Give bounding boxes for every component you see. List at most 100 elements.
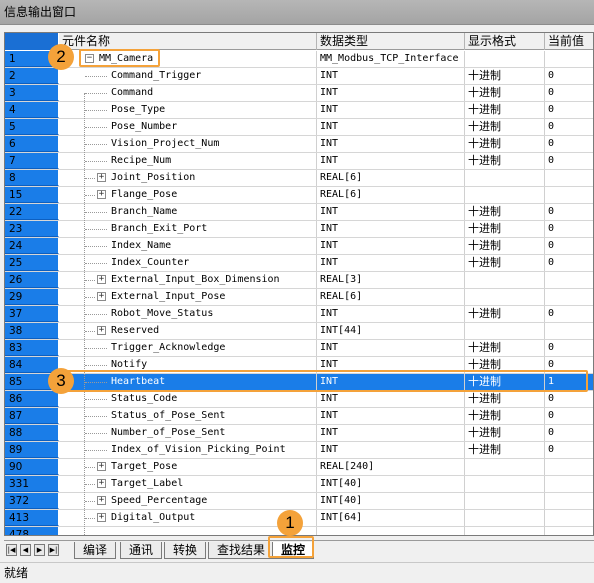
value-cell[interactable]: 0 [545, 238, 593, 254]
table-row[interactable]: 87 Status_of_Pose_Sent INT 十进制 0 [5, 408, 593, 425]
name-cell[interactable]: Status_Code [59, 391, 317, 407]
format-cell[interactable]: 十进制 [465, 153, 545, 169]
row-index[interactable]: 22 [5, 204, 59, 220]
type-cell[interactable]: INT [317, 408, 465, 424]
type-cell[interactable]: INT[44] [317, 323, 465, 339]
table-row[interactable]: 89 Index_of_Vision_Picking_Point INT 十进制 0 [5, 442, 593, 459]
value-cell[interactable]: 0 [545, 408, 593, 424]
row-index[interactable]: 4 [5, 102, 59, 118]
format-cell[interactable]: 十进制 [465, 102, 545, 118]
value-cell[interactable] [545, 459, 593, 475]
expand-icon[interactable]: + [97, 513, 106, 522]
table-row[interactable]: 23 Branch_Exit_Port INT 十进制 0 [5, 221, 593, 238]
expand-icon[interactable]: + [97, 190, 106, 199]
row-index[interactable]: 37 [5, 306, 59, 322]
table-row[interactable]: 25 Index_Counter INT 十进制 0 [5, 255, 593, 272]
table-row[interactable]: 22 Branch_Name INT 十进制 0 [5, 204, 593, 221]
col-header-type[interactable]: 数据类型 [317, 33, 465, 50]
nav-next-icon[interactable]: ▶ [34, 544, 45, 556]
value-cell[interactable]: 0 [545, 119, 593, 135]
format-cell[interactable]: 十进制 [465, 442, 545, 458]
table-row[interactable]: 5 Pose_Number INT 十进制 0 [5, 119, 593, 136]
table-row[interactable]: 90 + Target_Pose REAL[240] [5, 459, 593, 476]
value-cell[interactable] [545, 323, 593, 339]
format-cell[interactable]: 十进制 [465, 306, 545, 322]
name-cell[interactable]: Pose_Type [59, 102, 317, 118]
value-cell[interactable]: 0 [545, 340, 593, 356]
name-cell[interactable]: + Reserved [59, 323, 317, 339]
value-cell[interactable] [545, 170, 593, 186]
value-cell[interactable]: 0 [545, 85, 593, 101]
value-cell[interactable]: 0 [545, 153, 593, 169]
type-cell[interactable]: INT [317, 238, 465, 254]
name-cell[interactable]: + Joint_Position [59, 170, 317, 186]
expand-icon[interactable]: + [97, 326, 106, 335]
value-cell[interactable] [545, 51, 593, 67]
expand-icon[interactable]: + [97, 462, 106, 471]
type-cell[interactable]: INT[64] [317, 510, 465, 526]
name-cell[interactable]: Pose_Number [59, 119, 317, 135]
table-row[interactable]: 3 Command INT 十进制 0 [5, 85, 593, 102]
name-cell[interactable]: Status_of_Pose_Sent [59, 408, 317, 424]
nav-first-icon[interactable]: |◀ [6, 544, 17, 556]
name-cell[interactable]: Robot_Move_Status [59, 306, 317, 322]
row-index[interactable]: 413 [5, 510, 59, 526]
type-cell[interactable]: INT [317, 306, 465, 322]
name-cell[interactable]: + Flange_Pose [59, 187, 317, 203]
value-cell[interactable] [545, 527, 593, 535]
format-cell[interactable]: 十进制 [465, 119, 545, 135]
type-cell[interactable]: INT [317, 425, 465, 441]
table-row[interactable]: 8 + Joint_Position REAL[6] [5, 170, 593, 187]
format-cell[interactable]: 十进制 [465, 391, 545, 407]
value-cell[interactable]: 0 [545, 204, 593, 220]
value-cell[interactable] [545, 476, 593, 492]
value-cell[interactable]: 0 [545, 255, 593, 271]
table-row[interactable]: 83 Trigger_Acknowledge INT 十进制 0 [5, 340, 593, 357]
type-cell[interactable]: INT [317, 204, 465, 220]
name-cell[interactable]: + External_Input_Pose [59, 289, 317, 305]
value-cell[interactable] [545, 289, 593, 305]
type-cell[interactable]: REAL[3] [317, 272, 465, 288]
type-cell[interactable]: REAL[240] [317, 459, 465, 475]
table-row[interactable]: 24 Index_Name INT 十进制 0 [5, 238, 593, 255]
format-cell[interactable] [465, 289, 545, 305]
row-index[interactable]: 8 [5, 170, 59, 186]
value-cell[interactable]: 0 [545, 136, 593, 152]
type-cell[interactable]: INT [317, 68, 465, 84]
type-cell[interactable]: INT [317, 221, 465, 237]
format-cell[interactable]: 十进制 [465, 204, 545, 220]
value-cell[interactable]: 0 [545, 306, 593, 322]
type-cell[interactable]: REAL[6] [317, 187, 465, 203]
row-index[interactable]: 23 [5, 221, 59, 237]
name-cell[interactable]: Index_Name [59, 238, 317, 254]
type-cell[interactable]: INT [317, 442, 465, 458]
row-index[interactable]: 6 [5, 136, 59, 152]
type-cell[interactable]: INT [317, 153, 465, 169]
name-cell[interactable]: Recipe_Num [59, 153, 317, 169]
col-header-value[interactable]: 当前值 [545, 33, 593, 50]
table-row[interactable]: 6 Vision_Project_Num INT 十进制 0 [5, 136, 593, 153]
row-index[interactable]: 89 [5, 442, 59, 458]
format-cell[interactable]: 十进制 [465, 425, 545, 441]
name-cell[interactable]: Branch_Name [59, 204, 317, 220]
format-cell[interactable] [465, 476, 545, 492]
table-row[interactable]: 26 + External_Input_Box_Dimension REAL[3] [5, 272, 593, 289]
row-index[interactable]: 372 [5, 493, 59, 509]
format-cell[interactable]: 十进制 [465, 221, 545, 237]
name-cell[interactable]: Branch_Exit_Port [59, 221, 317, 237]
name-cell[interactable]: Vision_Project_Num [59, 136, 317, 152]
value-cell[interactable] [545, 510, 593, 526]
name-cell[interactable]: + Target_Pose [59, 459, 317, 475]
name-cell[interactable]: + Target_Label [59, 476, 317, 492]
table-row[interactable]: 38 + Reserved INT[44] [5, 323, 593, 340]
row-index[interactable]: 2 [5, 68, 59, 84]
type-cell[interactable]: INT [317, 391, 465, 407]
format-cell[interactable]: 十进制 [465, 136, 545, 152]
table-row[interactable]: 86 Status_Code INT 十进制 0 [5, 391, 593, 408]
value-cell[interactable]: 0 [545, 68, 593, 84]
table-row[interactable]: 4 Pose_Type INT 十进制 0 [5, 102, 593, 119]
col-header-name[interactable]: 元件名称 [59, 33, 317, 50]
table-row[interactable]: 88 Number_of_Pose_Sent INT 十进制 0 [5, 425, 593, 442]
type-cell[interactable]: INT[40] [317, 493, 465, 509]
value-cell[interactable]: 0 [545, 425, 593, 441]
